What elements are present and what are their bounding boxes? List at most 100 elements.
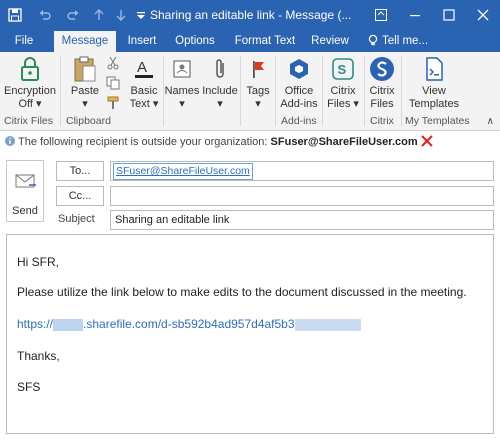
view-templates-label-2: Templates — [408, 98, 460, 110]
lock-icon — [16, 55, 44, 83]
names-label: Names — [164, 85, 200, 97]
separator — [322, 56, 323, 126]
body-link[interactable]: https:// .sharefile.com/d-sb592b4ad957d4a… — [17, 317, 361, 331]
remove-recipient-icon[interactable] — [420, 135, 433, 150]
separator — [401, 56, 402, 126]
encryption-button[interactable]: Encryption Off ▾ — [4, 55, 56, 111]
ribbon-tabs: File Message Insert Options Format Text … — [0, 30, 500, 52]
ribbon-display-options-icon[interactable] — [364, 0, 398, 30]
clipboard-icon — [71, 55, 99, 83]
link-prefix: https:// — [17, 317, 54, 331]
paste-button[interactable]: Paste ▾ — [66, 55, 104, 111]
close-icon[interactable] — [466, 0, 500, 30]
subject-field[interactable]: Sharing an editable link — [110, 210, 494, 230]
tab-insert[interactable]: Insert — [120, 30, 164, 52]
format-painter-icon[interactable] — [106, 96, 120, 110]
citrix-files-label: Citrix — [369, 85, 395, 97]
encryption-state: Off ▾ — [18, 98, 42, 110]
infobar-address: SFuser@ShareFileUser.com — [270, 136, 418, 148]
basic-text-label-2: Text ▾ — [129, 98, 159, 110]
office-add-ins-button[interactable]: Office Add-ins — [277, 55, 321, 111]
redacted-block — [294, 318, 361, 331]
tab-format-text[interactable]: Format Text — [230, 30, 300, 52]
group-label-add-ins: Add-ins — [281, 115, 317, 127]
minimize-icon[interactable] — [398, 0, 432, 30]
tags-button[interactable]: Tags ▾ — [242, 55, 274, 111]
subject-value: Sharing an editable link — [115, 214, 230, 226]
infobar-text: The following recipient is outside your … — [18, 136, 268, 148]
basic-text-icon: A — [130, 55, 158, 83]
basic-text-button[interactable]: A Basic Text ▾ — [126, 55, 162, 111]
cc-button[interactable]: Cc... — [56, 186, 104, 206]
view-templates-label: View — [422, 85, 446, 97]
to-button[interactable]: To... — [56, 161, 104, 181]
names-dropdown-icon: ▾ — [179, 98, 185, 110]
basic-text-label: Basic — [130, 85, 158, 97]
link-suffix: .sharefile.com/d-sb592b4ad957d4af5b3 — [83, 317, 295, 331]
sharefile-icon — [368, 55, 396, 83]
next-item-icon[interactable] — [112, 0, 130, 30]
previous-item-icon[interactable] — [90, 0, 108, 30]
tab-file[interactable]: File — [8, 30, 40, 52]
message-body[interactable]: Hi SFR, Please utilize the link below to… — [6, 234, 494, 434]
customize-toolbar-icon[interactable] — [134, 0, 148, 30]
external-recipient-infobar: The following recipient is outside your … — [0, 131, 500, 151]
group-label-citrix: Citrix — [370, 115, 394, 127]
to-recipient[interactable]: SFuser@ShareFileUser.com — [113, 163, 253, 180]
include-dropdown-icon: ▾ — [217, 98, 223, 110]
citrix-files-dd-label-2: Files ▾ — [327, 98, 359, 110]
view-templates-button[interactable]: View Templates — [405, 55, 463, 111]
citrix-files-button[interactable]: Citrix Files — [366, 55, 398, 111]
cc-field[interactable] — [110, 186, 494, 206]
separator — [275, 56, 276, 126]
group-label-clipboard: Clipboard — [66, 115, 111, 127]
redo-icon[interactable] — [62, 0, 84, 30]
send-label: Send — [12, 205, 38, 217]
cut-icon[interactable] — [106, 56, 120, 70]
separator — [60, 56, 61, 126]
include-button[interactable]: Include ▾ — [201, 55, 239, 111]
encryption-label: Encryption — [4, 85, 56, 97]
to-field[interactable]: SFuser@ShareFileUser.com — [110, 161, 494, 181]
tab-options[interactable]: Options — [170, 30, 220, 52]
office-add-ins-label-2: Add-ins — [280, 98, 318, 110]
citrix-files-label-2: Files — [370, 98, 394, 110]
address-book-icon — [168, 55, 196, 83]
tab-review[interactable]: Review — [308, 30, 352, 52]
info-icon — [4, 135, 16, 150]
tags-dropdown-icon: ▾ — [255, 98, 261, 110]
include-label: Include — [202, 85, 238, 97]
send-button[interactable]: Send — [6, 160, 44, 222]
paste-dropdown-icon: ▾ — [82, 98, 88, 110]
svg-text:S: S — [338, 62, 347, 77]
tell-me-search[interactable]: Tell me... — [366, 30, 436, 52]
maximize-icon[interactable] — [432, 0, 466, 30]
paperclip-icon — [206, 55, 234, 83]
tags-label: Tags — [246, 85, 270, 97]
office-add-ins-icon — [285, 55, 313, 83]
body-thanks: Thanks, — [17, 349, 60, 363]
citrix-files-dd-label: Citrix — [330, 85, 356, 97]
group-label-citrix-files: Citrix Files — [4, 115, 53, 127]
body-greeting: Hi SFR, — [17, 255, 59, 269]
paste-label: Paste — [70, 85, 100, 97]
flag-icon — [244, 55, 272, 83]
copy-icon[interactable] — [106, 76, 120, 90]
separator — [240, 56, 241, 126]
office-add-ins-label: Office — [284, 85, 314, 97]
tab-message[interactable]: Message — [54, 31, 116, 52]
separator — [364, 56, 365, 126]
send-envelope-icon — [15, 173, 37, 194]
tell-me-label: Tell me... — [382, 35, 429, 47]
templates-icon — [420, 55, 448, 83]
svg-text:A: A — [137, 59, 147, 76]
ribbon: Encryption Off ▾ Citrix Files Paste ▾ Cl… — [0, 52, 500, 131]
names-button[interactable]: Names ▾ — [165, 55, 199, 111]
undo-icon[interactable] — [34, 0, 56, 30]
citrix-logo-icon: S — [329, 55, 357, 83]
redacted-block — [53, 318, 84, 331]
citrix-files-dropdown-button[interactable]: S Citrix Files ▾ — [324, 55, 362, 111]
save-icon[interactable] — [4, 0, 26, 30]
collapse-ribbon-icon[interactable]: ∧ — [487, 116, 494, 127]
body-line: Please utilize the link below to make ed… — [17, 285, 467, 299]
